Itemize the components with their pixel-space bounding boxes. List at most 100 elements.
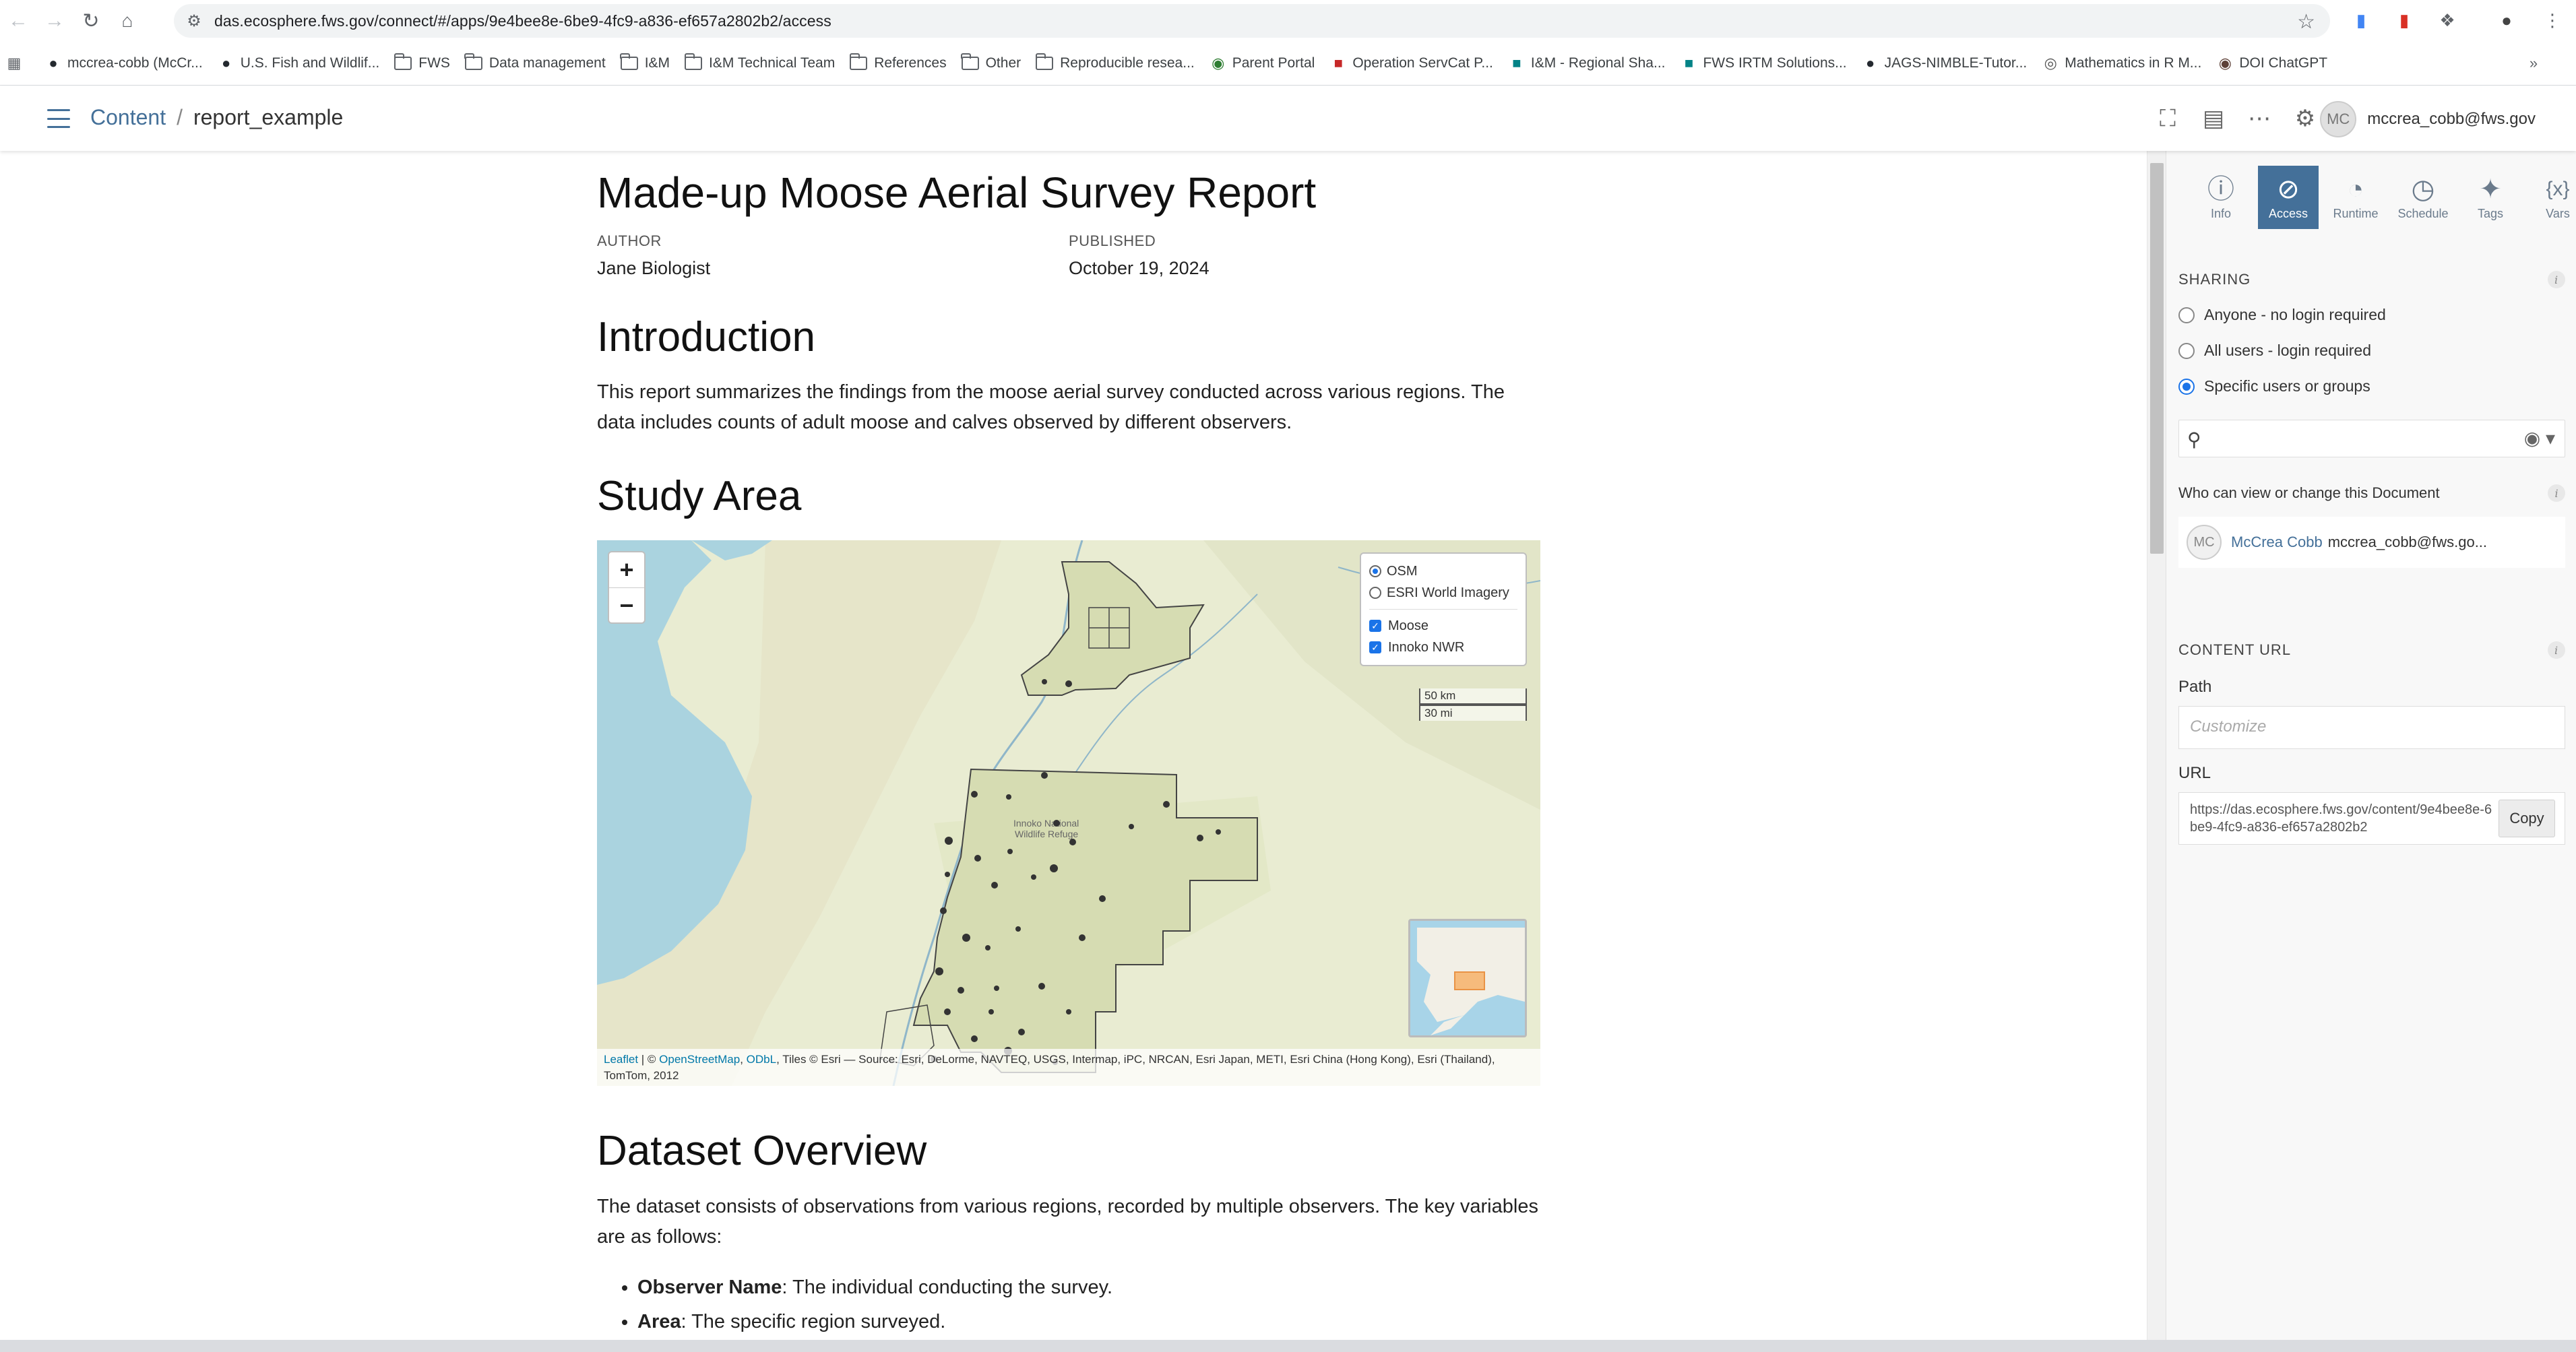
osm-link[interactable]: OpenStreetMap [659,1053,740,1066]
user-search-input[interactable]: ⚲ ◉ ▾ [2178,420,2565,457]
bookmark-link[interactable]: ■ FWS IRTM Solutions... [1680,55,1847,72]
radio-specific[interactable] [2178,378,2195,395]
minimap[interactable] [1408,919,1527,1038]
tab-runtime[interactable]: ◔ Runtime [2325,166,2386,229]
bookmark-link[interactable]: ■ I&M - Regional Sha... [1508,55,1665,72]
bookmark-star-icon[interactable]: ☆ [2297,10,2315,34]
sharing-info-icon[interactable]: i [2548,271,2565,288]
variables-list: Observer Name: The individual conducting… [597,1277,1540,1333]
reload-button[interactable]: ↻ [73,3,109,39]
bookmark-link[interactable]: ◎ Mathematics in R M... [2042,55,2202,72]
radio-anyone[interactable] [2178,307,2195,323]
overlay-moose-option[interactable]: ✓ Moose [1369,615,1517,637]
bookmark-label: DOI ChatGPT [2239,55,2328,71]
bookmark-folder[interactable]: FWS [394,53,450,71]
forward-button[interactable]: → [36,3,73,39]
url-value[interactable]: https://das.ecosphere.fws.gov/content/9e… [2190,801,2497,836]
basemap-osm-radio[interactable] [1369,565,1381,578]
apps-grid-icon[interactable]: ▦ [5,55,28,72]
permission-eye-icon[interactable]: ◉ ▾ [2524,427,2555,449]
bookmark-folder[interactable]: Other [961,53,1021,71]
bookmark-link[interactable]: ● U.S. Fish and Wildlif... [218,55,379,72]
variable-desc: : The individual conducting the survey. [782,1276,1113,1298]
tab-info[interactable]: ⓘ Info [2191,166,2251,229]
collaborator-row[interactable]: MC McCrea Cobb mccrea_cobb@fws.go... [2178,517,2565,568]
folder-icon [849,53,868,70]
path-input[interactable]: Customize [2178,706,2565,749]
basemap-esri-radio[interactable] [1369,587,1381,600]
dataset-heading: Dataset Overview [597,1128,927,1175]
bookmark-folder[interactable]: Reproducible resea... [1035,53,1195,71]
collaborator-name[interactable]: McCrea Cobb [2231,534,2323,551]
address-bar[interactable]: ⚙ das.ecosphere.fws.gov/connect/#/apps/9… [174,4,2330,38]
user-menu[interactable]: MC mccrea_cobb@fws.gov [2320,101,2536,137]
bookmark-folder[interactable]: I&M Technical Team [684,53,835,71]
attribution-comma: , [740,1052,747,1066]
intro-text: This report summarizes the findings from… [597,381,1505,434]
site-info-icon[interactable]: ⚙ [174,11,214,31]
bookmark-link[interactable]: ■ Operation ServCat P... [1329,55,1493,72]
basemap-esri-option[interactable]: ESRI World Imagery [1369,582,1517,604]
bookmark-link[interactable]: ● JAGS-NIMBLE-Tutor... [1862,55,2028,72]
author-label: AUTHOR [597,232,662,249]
basemap-osm-option[interactable]: OSM [1369,560,1517,582]
tab-tags[interactable]: ✦ Tags [2460,166,2521,229]
zoom-out-button[interactable]: − [609,587,644,622]
github-icon: ● [1866,55,1875,71]
browser-toolbar: ← → ↻ ⌂ ⚙ das.ecosphere.fws.gov/connect/… [0,0,2576,42]
sharing-option-anyone[interactable]: Anyone - no login required [2178,306,2565,324]
copy-url-button[interactable]: Copy [2499,800,2555,837]
source-document-icon[interactable]: ▤ [2199,104,2228,133]
bookmark-label: Data management [489,55,606,71]
content-url-info-icon[interactable]: i [2548,641,2565,659]
tab-schedule[interactable]: ◷ Schedule [2393,166,2453,229]
variable-name: Area [637,1310,681,1332]
profile-avatar-icon[interactable]: ● [2493,7,2520,34]
who-info-icon[interactable]: i [2548,484,2565,502]
breadcrumb-content-link[interactable]: Content [90,105,166,130]
odbl-link[interactable]: ODbL [747,1053,776,1066]
more-options-icon[interactable]: ⋯ [2244,104,2274,133]
minimap-tiles [1410,921,1525,1036]
overlay-moose-checkbox[interactable]: ✓ [1369,620,1381,633]
radio-all-users[interactable] [2178,342,2195,359]
tab-access[interactable]: ⊘ Access [2258,166,2319,229]
overlay-refuge-checkbox[interactable]: ✓ [1369,641,1381,654]
collaborator-email: mccrea_cobb@fws.go... [2327,534,2488,550]
info-icon: ⓘ [2207,174,2234,204]
sharing-option-specific[interactable]: Specific users or groups [2178,377,2565,395]
address-url[interactable]: das.ecosphere.fws.gov/connect/#/apps/9e4… [214,12,831,30]
bookmark-label: Reproducible resea... [1060,55,1195,71]
back-button[interactable]: ← [0,3,36,39]
basemap-esri-label: ESRI World Imagery [1387,585,1509,600]
extensions-puzzle-icon[interactable]: ❖ [2434,7,2461,34]
document-viewer: Made-up Moose Aerial Survey Report AUTHO… [0,151,2147,1340]
study-area-map[interactable]: Innoko National Wildlife Refuge + − OSM … [597,540,1540,1087]
document-body: Made-up Moose Aerial Survey Report AUTHO… [597,151,1540,1340]
bookmark-label: JAGS-NIMBLE-Tutor... [1884,55,2028,71]
browser-menu-icon[interactable]: ⋮ [2539,7,2566,34]
document-scrollbar[interactable] [2147,151,2166,1340]
bookmark-folder[interactable]: Data management [464,53,606,71]
fullscreen-icon[interactable]: ⛶ [2153,104,2182,133]
home-button[interactable]: ⌂ [109,3,146,39]
settings-gear-icon[interactable]: ⚙ [2290,104,2320,133]
bookmark-link[interactable]: ◉ Parent Portal [1210,55,1315,72]
search-icon: ⚲ [2187,429,2201,450]
zoom-in-button[interactable]: + [609,552,644,587]
overlay-refuge-option[interactable]: ✓ Innoko NWR [1369,637,1517,658]
scrollbar-thumb[interactable] [2150,163,2164,554]
docs-extension-icon[interactable]: ▮ [2348,7,2375,34]
pdf-extension-icon[interactable]: ▮ [2391,7,2418,34]
zoom-control: + − [608,551,646,624]
bookmark-label: References [874,55,947,71]
bookmark-link[interactable]: ● mccrea-cobb (McCr... [44,55,202,72]
bookmark-link[interactable]: ◉ DOI ChatGPT [2216,55,2327,72]
bookmark-folder[interactable]: I&M [620,53,670,71]
hamburger-menu-icon[interactable] [47,109,70,128]
sharing-option-all-users[interactable]: All users - login required [2178,342,2565,360]
tab-vars[interactable]: {x} Vars [2527,166,2576,229]
leaflet-link[interactable]: Leaflet [604,1053,638,1066]
more-bookmarks-icon[interactable]: » [2525,55,2548,72]
bookmark-folder[interactable]: References [849,53,947,71]
